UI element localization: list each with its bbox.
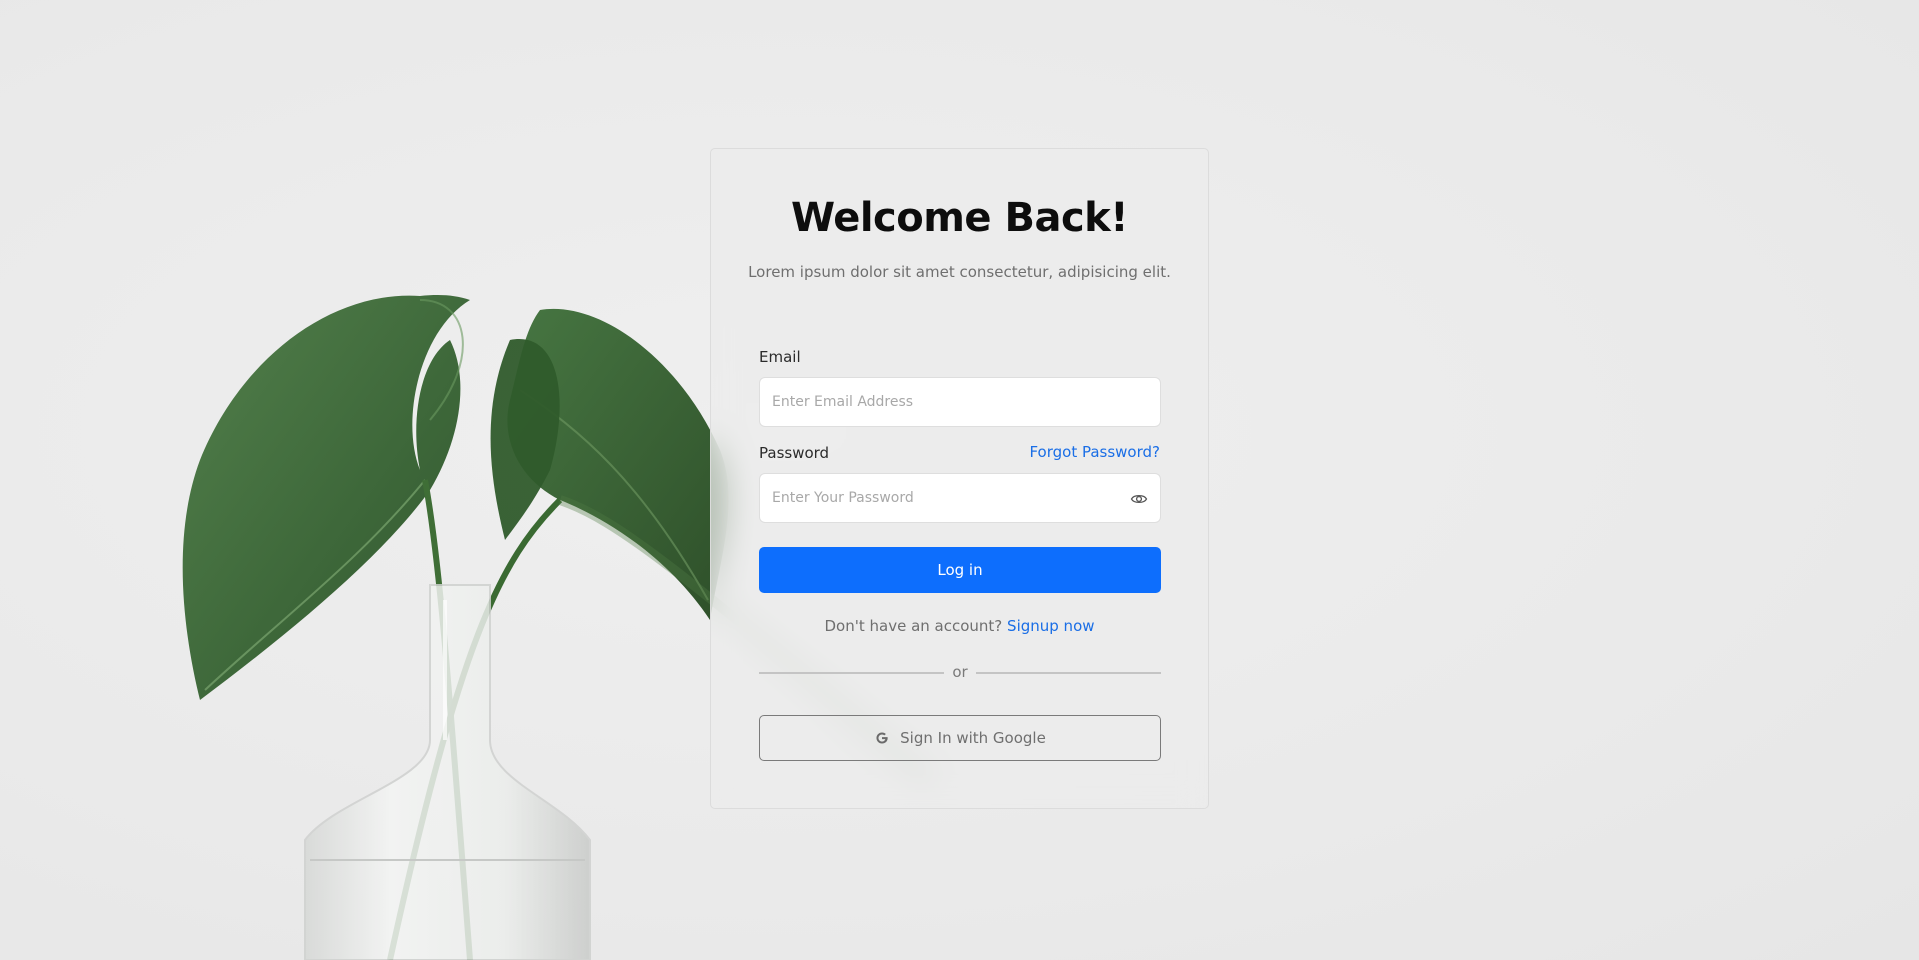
google-icon — [876, 732, 888, 744]
google-signin-button[interactable]: Sign In with Google — [759, 715, 1161, 761]
email-label: Email — [759, 348, 801, 366]
login-button[interactable]: Log in — [759, 547, 1161, 593]
email-input[interactable] — [760, 378, 1160, 426]
page-title: Welcome Back! — [791, 195, 1129, 241]
or-divider: or — [759, 663, 1161, 683]
page-subtitle: Lorem ipsum dolor sit amet consectetur, … — [748, 263, 1171, 281]
divider-line-right — [976, 672, 1161, 674]
password-label: Password — [759, 444, 830, 462]
eye-icon[interactable] — [1130, 490, 1148, 508]
password-input[interactable] — [760, 474, 1160, 522]
forgot-password-link[interactable]: Forgot Password? — [1029, 443, 1160, 461]
signup-prompt-text: Don't have an account? — [824, 617, 1003, 635]
password-field-container — [759, 473, 1161, 523]
login-page: Welcome Back! Lorem ipsum dolor sit amet… — [0, 0, 1919, 960]
signup-prompt-line: Don't have an account? Signup now — [711, 617, 1208, 635]
email-field-container — [759, 377, 1161, 427]
signup-link[interactable]: Signup now — [1007, 617, 1094, 635]
login-card: Welcome Back! Lorem ipsum dolor sit amet… — [710, 148, 1209, 809]
google-signin-label: Sign In with Google — [900, 729, 1046, 747]
